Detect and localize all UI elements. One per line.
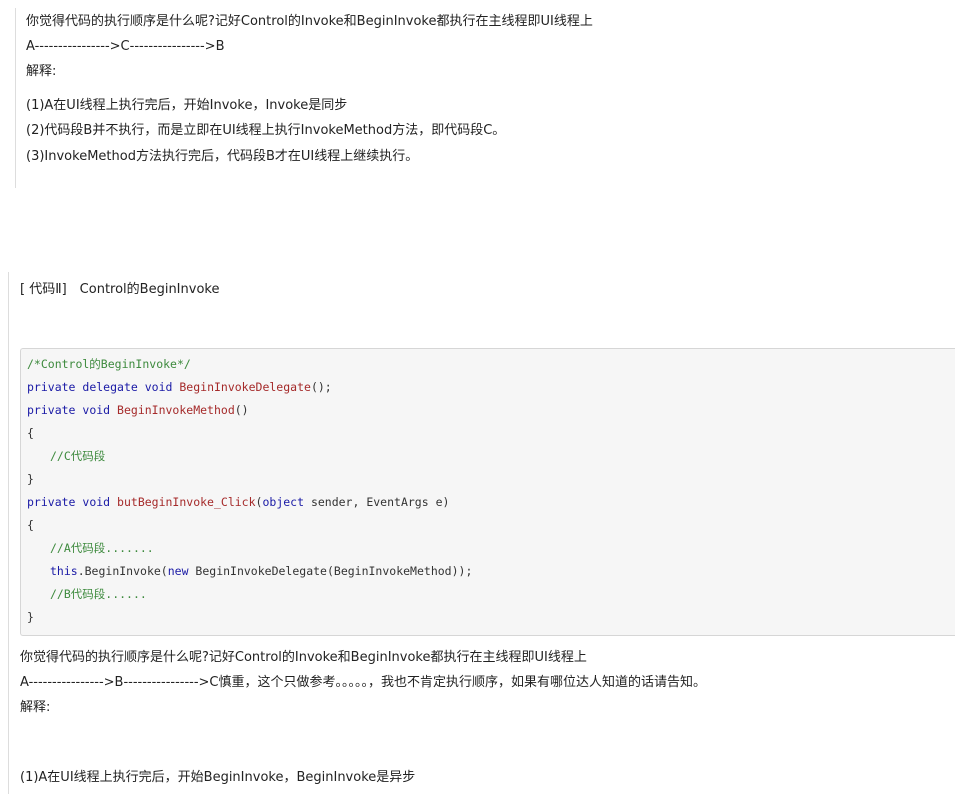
code-line-5: //C代码段	[50, 448, 105, 464]
code-line-12: }	[27, 609, 34, 625]
top-explain-label: 解释:	[26, 64, 57, 79]
code-line-4: {	[27, 425, 34, 441]
code-line-7: private void butBeginInvoke_Click(object…	[27, 494, 449, 510]
code-keyword: private	[27, 380, 76, 394]
second-point-1: (1)A在UI线程上执行完后，开始BeginInvoke，BeginInvoke…	[20, 770, 416, 785]
code-line-6: }	[27, 471, 34, 487]
code-function-name: butBeginInvoke_Click	[117, 495, 256, 509]
code-text: ();	[310, 380, 332, 394]
code-line-10: this.BeginInvoke(new BeginInvokeDelegate…	[50, 563, 472, 579]
code-text: .BeginInvoke(	[77, 564, 168, 578]
code-comment: //B代码段......	[50, 587, 147, 601]
code-function-name: BeginInvokeDelegate	[179, 380, 311, 394]
code-keyword: private	[27, 403, 76, 417]
code-text: ()	[234, 403, 249, 417]
top-sequence-text: A---------------->C---------------->B	[26, 39, 225, 54]
code-line-8: {	[27, 517, 34, 533]
code-brace: }	[27, 472, 34, 486]
second-sequence-text: A---------------->B---------------->C慎重，…	[20, 675, 706, 690]
code-brace: {	[27, 426, 34, 440]
code-keyword: private	[27, 495, 76, 509]
code-comment: //C代码段	[50, 449, 106, 463]
code-keyword: this	[50, 564, 78, 578]
code-keyword: new	[167, 564, 189, 578]
code-function-name: BeginInvokeMethod	[117, 403, 235, 417]
code-line-9: //A代码段.......	[50, 540, 154, 556]
code-text: BeginInvokeDelegate(BeginInvokeMethod));	[188, 564, 473, 578]
code-line-3: private void BeginInvokeMethod()	[27, 402, 249, 418]
code-line-2: private delegate void BeginInvokeDelegat…	[27, 379, 332, 395]
second-question-text: 你觉得代码的执行顺序是什么呢?记好Control的Invoke和BeginInv…	[20, 650, 587, 665]
top-point-1: (1)A在UI线程上执行完后，开始Invoke，Invoke是同步	[26, 98, 348, 113]
code-brace: }	[27, 610, 34, 624]
code-keyword: delegate	[82, 380, 138, 394]
code-line-11: //B代码段......	[50, 586, 147, 602]
code-keyword: void	[82, 403, 111, 417]
code-keyword: object	[262, 495, 305, 509]
code-heading: [ 代码Ⅱ] Control的BeginInvoke	[20, 282, 220, 297]
code-keyword: void	[144, 380, 173, 394]
code-brace: {	[27, 518, 34, 532]
top-question-text: 你觉得代码的执行顺序是什么呢?记好Control的Invoke和BeginInv…	[26, 14, 593, 29]
code-line-1: /*Control的BeginInvoke*/	[27, 356, 191, 372]
code-keyword: void	[82, 495, 111, 509]
top-point-3: (3)InvokeMethod方法执行完后，代码段B才在UI线程上继续执行。	[26, 149, 419, 164]
code-text: sender, EventArgs e)	[304, 495, 450, 509]
second-explain-label: 解释:	[20, 700, 51, 715]
code-comment: /*Control的BeginInvoke*/	[27, 357, 191, 371]
top-point-2: (2)代码段B并不执行，而是立即在UI线程上执行InvokeMethod方法，即…	[26, 123, 506, 138]
code-comment: //A代码段.......	[50, 541, 154, 555]
